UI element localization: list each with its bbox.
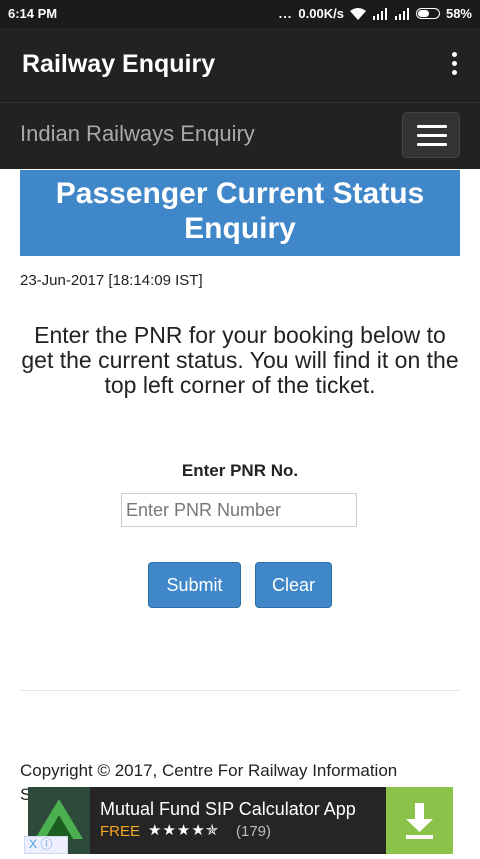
page-title: Passenger Current Status Enquiry: [20, 170, 460, 256]
battery-icon: [415, 8, 440, 19]
ad-rating-stars: ★★★★✯: [148, 822, 220, 839]
ad-banner[interactable]: Mutual Fund SIP Calculator App FREE ★★★★…: [28, 787, 453, 854]
app-title: Railway Enquiry: [22, 50, 216, 78]
signal-icon-2: [394, 7, 410, 20]
status-bar: 6:14 PM ... 0.00K/s 58%: [0, 0, 480, 28]
divider: [20, 690, 460, 691]
page-title-line2: Enquiry: [184, 212, 296, 245]
instructions: Enter the PNR for your booking below to …: [21, 322, 459, 398]
app-bar: Railway Enquiry: [0, 28, 480, 102]
adchoices-icon[interactable]: X ⓘ: [24, 836, 68, 854]
copyright-text: Copyright © 2017, Centre For Railway Inf…: [20, 761, 398, 780]
timestamp: 23-Jun-2017 [18:14:09 IST]: [20, 272, 203, 289]
hamburger-icon[interactable]: [402, 112, 460, 158]
battery-percent: 58%: [445, 6, 472, 21]
overflow-menu-icon[interactable]: [450, 52, 458, 80]
ad-review-count: (179): [236, 823, 272, 840]
ad-price: FREE: [100, 823, 141, 840]
signal-icon: [372, 7, 388, 20]
status-time: 6:14 PM: [8, 6, 58, 21]
network-speed: 0.00K/s: [298, 6, 344, 21]
wifi-icon: [349, 7, 366, 20]
status-icons: ... 0.00K/s 58%: [279, 6, 472, 21]
submit-button[interactable]: Submit: [148, 562, 241, 608]
more-notifications-icon: ...: [278, 6, 293, 21]
page-title-line1: Passenger Current Status: [55, 177, 425, 210]
pnr-label: Enter PNR No.: [181, 461, 299, 480]
site-brand[interactable]: Indian Railways Enquiry: [20, 121, 255, 147]
pnr-input[interactable]: [121, 493, 357, 527]
clear-button[interactable]: Clear: [255, 562, 332, 608]
site-navbar: Indian Railways Enquiry: [0, 102, 480, 169]
download-icon[interactable]: [386, 787, 453, 854]
ad-app-name: Mutual Fund SIP Calculator App: [100, 799, 356, 819]
